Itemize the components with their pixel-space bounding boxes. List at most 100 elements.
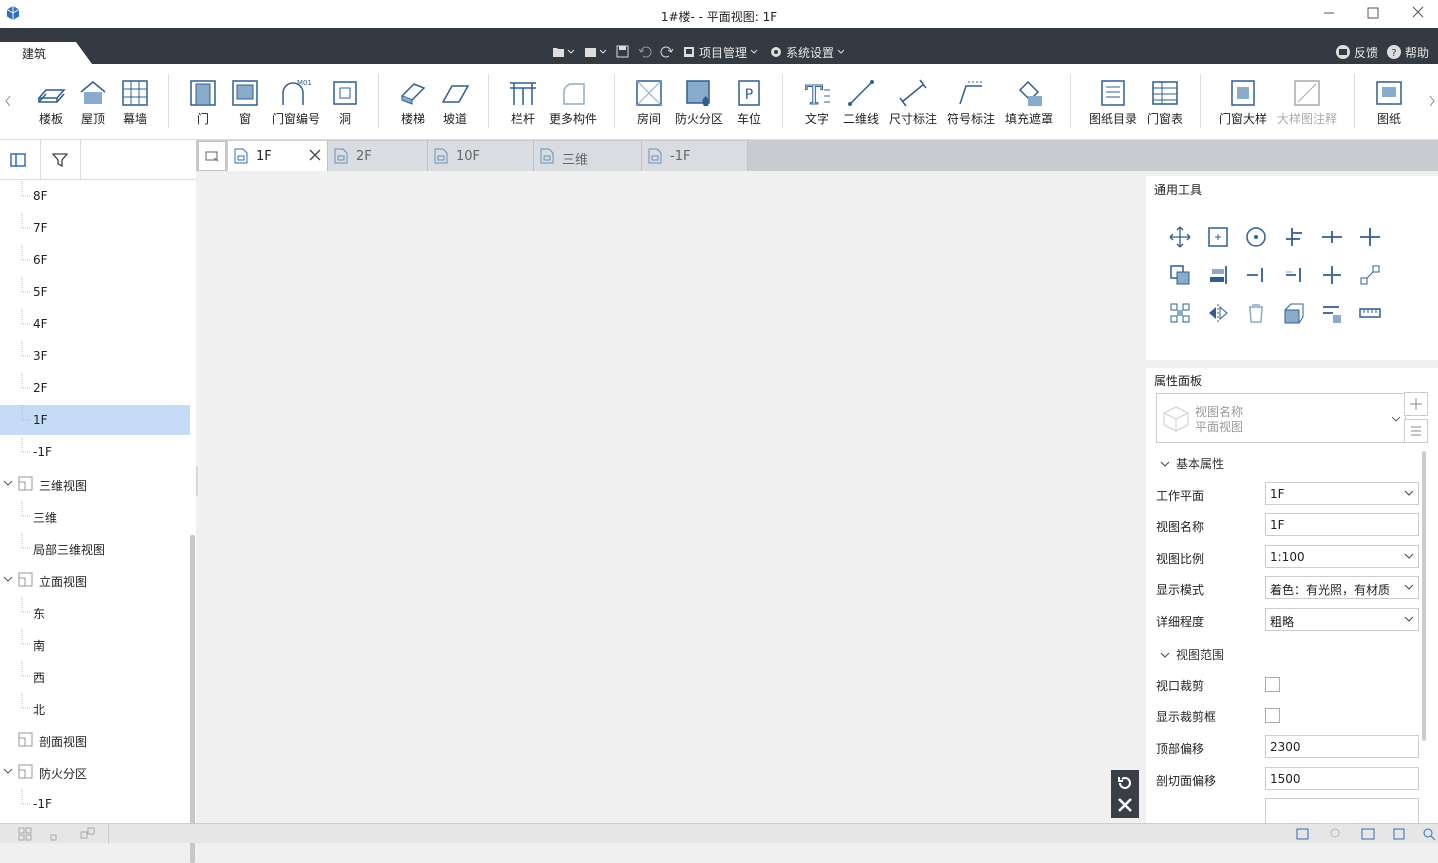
sheet-list-button[interactable]: 图纸目录 bbox=[1088, 78, 1138, 128]
crop-box-checkbox[interactable] bbox=[1265, 708, 1280, 723]
scale-select[interactable]: 1:100 bbox=[1265, 545, 1419, 568]
cut-offset-input[interactable]: 1500 bbox=[1265, 767, 1419, 790]
system-settings-menu[interactable]: 系统设置 bbox=[769, 44, 848, 61]
delete-icon[interactable] bbox=[1244, 301, 1268, 325]
crop-checkbox[interactable] bbox=[1265, 677, 1280, 692]
basic-props-toggle[interactable]: 基本属性 bbox=[1160, 457, 1224, 472]
tree-group[interactable]: 立面视图 bbox=[0, 565, 190, 595]
window-code-button[interactable]: M01 门窗编号 bbox=[272, 78, 320, 128]
railing-button[interactable]: 栏杆 bbox=[508, 78, 538, 128]
save-icon[interactable] bbox=[616, 45, 630, 59]
tree-scrollbar[interactable] bbox=[190, 535, 195, 863]
ramp-button[interactable]: 坡道 bbox=[440, 78, 470, 128]
undo-icon[interactable] bbox=[638, 45, 652, 59]
tree-item[interactable]: 南 bbox=[0, 629, 190, 659]
measure-icon[interactable] bbox=[1358, 301, 1382, 325]
maximize-button[interactable] bbox=[1362, 3, 1384, 23]
reset-view-icon[interactable] bbox=[1116, 774, 1134, 795]
tab-view[interactable]: 10F bbox=[428, 141, 534, 171]
cube-view-icon[interactable] bbox=[1392, 827, 1406, 844]
project-manage-menu[interactable]: 项目管理 bbox=[682, 44, 761, 61]
add-type-button[interactable] bbox=[1404, 392, 1428, 416]
tree-group[interactable]: 防火分区 bbox=[0, 757, 190, 787]
drawing-canvas[interactable] bbox=[198, 171, 1144, 823]
tree-item[interactable]: -1F bbox=[0, 789, 190, 819]
export-button[interactable] bbox=[584, 45, 608, 59]
zoom-icon[interactable] bbox=[1422, 827, 1436, 844]
props-scrollbar[interactable] bbox=[1422, 451, 1426, 741]
group-icon[interactable] bbox=[1282, 301, 1306, 325]
more-components-button[interactable]: 更多构件 bbox=[548, 78, 598, 128]
type-selector[interactable]: 视图名称 平面视图 bbox=[1156, 393, 1406, 443]
mirror-icon[interactable] bbox=[1206, 301, 1230, 325]
array-icon[interactable] bbox=[1168, 301, 1192, 325]
close-icon[interactable] bbox=[309, 149, 321, 164]
line2d-button[interactable]: 二维线 bbox=[842, 78, 880, 128]
window-button[interactable]: 窗 bbox=[230, 78, 260, 128]
tab-menu-icon[interactable] bbox=[198, 141, 226, 171]
trim-icon[interactable] bbox=[1244, 263, 1268, 287]
roof-button[interactable]: 屋顶 bbox=[78, 78, 108, 128]
align-icon[interactable] bbox=[1282, 225, 1306, 249]
fire-zone-button[interactable]: 防火分区 bbox=[674, 78, 724, 128]
edit-type-button[interactable] bbox=[1404, 419, 1428, 443]
top-offset-input[interactable]: 2300 bbox=[1265, 735, 1419, 758]
tab-view[interactable]: 2F bbox=[328, 141, 428, 171]
split-icon[interactable] bbox=[1320, 225, 1344, 249]
layout-single-icon[interactable] bbox=[48, 827, 62, 844]
curtain-wall-button[interactable]: 幕墙 bbox=[120, 78, 150, 128]
move-icon[interactable] bbox=[1168, 225, 1192, 249]
modify-icon[interactable] bbox=[1320, 301, 1344, 325]
text-button[interactable]: T 文字 bbox=[802, 78, 832, 128]
drawing-button[interactable]: 图纸 bbox=[1374, 78, 1404, 128]
tree-item[interactable]: 东 bbox=[0, 597, 190, 627]
tree-item[interactable]: 8F bbox=[0, 181, 190, 211]
door-button[interactable]: 门 bbox=[188, 78, 218, 128]
parking-button[interactable]: P 车位 bbox=[734, 78, 764, 128]
tree-item[interactable]: 5F bbox=[0, 277, 190, 307]
panel-toggle-icon[interactable] bbox=[10, 152, 26, 171]
view-name-input[interactable]: 1F bbox=[1265, 513, 1419, 536]
layout-grid-icon[interactable] bbox=[18, 827, 32, 844]
work-plane-select[interactable]: 1F bbox=[1265, 482, 1419, 505]
view-box-icon[interactable] bbox=[1360, 827, 1376, 844]
tree-item[interactable]: 4F bbox=[0, 309, 190, 339]
extend-icon[interactable] bbox=[1358, 225, 1382, 249]
tree-item[interactable]: 1F bbox=[0, 405, 190, 435]
redo-icon[interactable] bbox=[660, 45, 674, 59]
minimize-button[interactable] bbox=[1318, 3, 1340, 23]
close-nav-icon[interactable] bbox=[1116, 796, 1134, 817]
feedback-button[interactable]: 反馈 bbox=[1335, 44, 1378, 61]
close-window-button[interactable] bbox=[1407, 3, 1429, 23]
connect-icon[interactable] bbox=[1358, 263, 1382, 287]
dimension-button[interactable]: 尺寸标注 bbox=[888, 78, 938, 128]
tree-item[interactable]: 局部三维视图 bbox=[0, 533, 190, 563]
tree-item[interactable]: 西 bbox=[0, 661, 190, 691]
scroll-right-icon[interactable] bbox=[1427, 94, 1437, 111]
open-button[interactable] bbox=[552, 45, 576, 59]
symbol-button[interactable]: 符号标注 bbox=[946, 78, 996, 128]
door-table-button[interactable]: 门窗表 bbox=[1146, 78, 1184, 128]
detail-level-select[interactable]: 粗略 bbox=[1265, 608, 1419, 631]
tab-view[interactable]: 1F bbox=[228, 141, 328, 171]
hole-button[interactable]: 洞 bbox=[330, 78, 360, 128]
tree-item[interactable]: 三维 bbox=[0, 501, 190, 531]
floor-slab-button[interactable]: 楼板 bbox=[36, 78, 66, 128]
tree-group[interactable]: 剖面视图 bbox=[0, 725, 190, 755]
fill-mask-button[interactable]: 填充遮罩 bbox=[1004, 78, 1054, 128]
stair-button[interactable]: 楼梯 bbox=[398, 78, 428, 128]
tree-item[interactable]: 7F bbox=[0, 213, 190, 243]
tab-view[interactable]: -1F bbox=[642, 141, 748, 171]
tree-item[interactable]: 6F bbox=[0, 245, 190, 275]
filter-icon[interactable] bbox=[51, 152, 69, 171]
align-edge-icon[interactable] bbox=[1206, 263, 1230, 287]
tree-item[interactable]: 3F bbox=[0, 341, 190, 371]
display-mode-select[interactable]: 着色：有光照，有材质 bbox=[1265, 576, 1419, 599]
layout-split-icon[interactable] bbox=[80, 827, 98, 844]
tab-architecture[interactable]: 建筑 bbox=[0, 42, 92, 64]
detail-note-button[interactable]: 大样图注释 bbox=[1276, 78, 1338, 128]
tree-item[interactable]: 2F bbox=[0, 373, 190, 403]
offset-icon[interactable] bbox=[1282, 263, 1306, 287]
scale-icon[interactable] bbox=[1206, 225, 1230, 249]
detail-button[interactable]: 门窗大样 bbox=[1218, 78, 1268, 128]
